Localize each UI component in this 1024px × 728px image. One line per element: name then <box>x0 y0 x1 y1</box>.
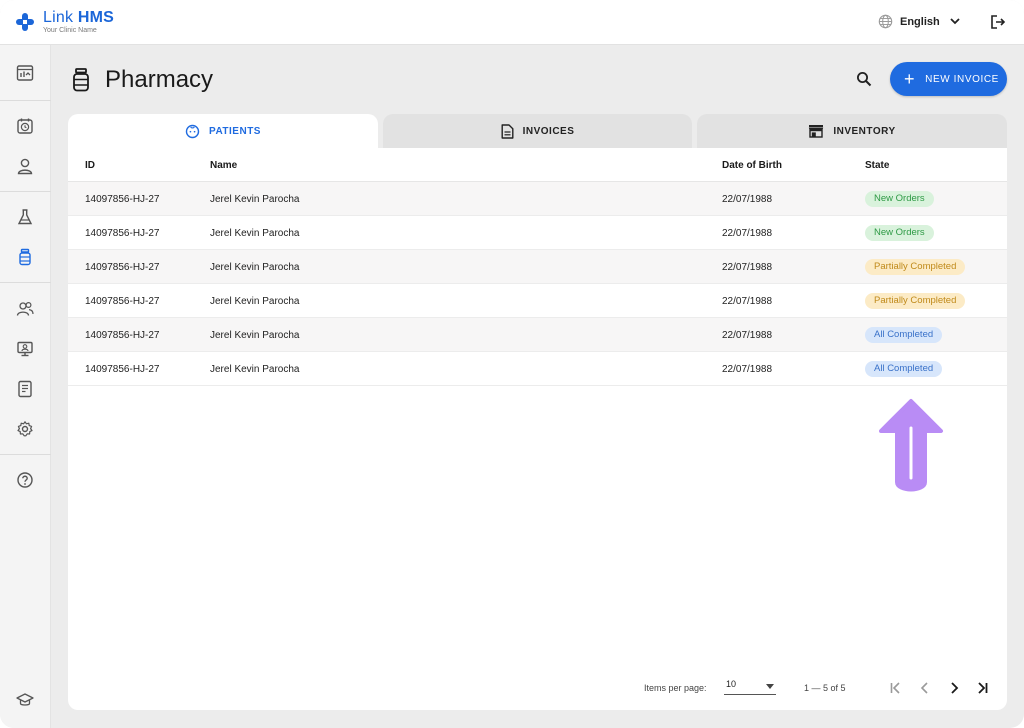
baby-face-icon <box>185 124 200 138</box>
column-header-state[interactable]: State <box>865 160 889 171</box>
tab-patients-label: PATIENTS <box>209 125 261 137</box>
column-header-name[interactable]: Name <box>210 160 237 171</box>
people-icon <box>16 301 34 316</box>
logo-title-bold: HMS <box>77 9 114 26</box>
sidebar-item-monitor[interactable] <box>15 339 35 359</box>
status-badge: All Completed <box>865 361 943 377</box>
language-selector[interactable]: English <box>878 14 960 29</box>
sidebar-item-settings[interactable] <box>15 419 35 439</box>
tab-invoices-label: INVOICES <box>522 125 575 137</box>
search-button[interactable] <box>855 70 875 90</box>
status-badge: Partially Completed <box>865 293 966 309</box>
logo-cross-icon <box>16 13 34 31</box>
cell-id: 14097856-HJ-27 <box>85 330 160 341</box>
new-invoice-button[interactable]: + NEW INVOICE <box>890 62 1007 96</box>
cell-id: 14097856-HJ-27 <box>85 194 160 205</box>
sidebar-item-patients[interactable] <box>15 156 35 176</box>
report-icon <box>18 380 32 398</box>
sidebar <box>0 45 51 728</box>
last-page-button[interactable] <box>974 680 990 696</box>
help-icon <box>17 472 33 488</box>
cell-id: 14097856-HJ-27 <box>85 228 160 239</box>
cell-name: Jerel Kevin Parocha <box>210 262 300 273</box>
page-title: Pharmacy <box>105 66 214 93</box>
status-badge: New Orders <box>865 225 934 241</box>
sidebar-divider <box>0 454 51 455</box>
tab-invoices[interactable]: INVOICES <box>383 114 692 148</box>
status-badge: Partially Completed <box>865 259 966 275</box>
cell-dob: 22/07/1988 <box>722 194 773 205</box>
store-icon <box>809 125 824 138</box>
first-page-icon <box>890 682 900 694</box>
cell-dob: 22/07/1988 <box>722 330 773 341</box>
pharmacy-title-icon <box>73 68 89 92</box>
items-per-page-select[interactable]: 10 <box>724 679 776 695</box>
app-frame: Link HMS Your Clinic Name English Pharma… <box>0 0 1024 728</box>
first-page-button[interactable] <box>888 680 904 696</box>
sidebar-item-dashboard[interactable] <box>15 63 35 83</box>
logout-icon <box>991 15 1006 29</box>
cell-dob: 22/07/1988 <box>722 364 773 375</box>
last-page-icon <box>978 682 988 694</box>
cell-id: 14097856-HJ-27 <box>85 262 160 273</box>
cell-id: 14097856-HJ-27 <box>85 364 160 375</box>
column-header-id[interactable]: ID <box>85 160 95 171</box>
status-badge: New Orders <box>865 191 934 207</box>
caret-down-icon <box>766 684 774 689</box>
pagination-range: 1 — 5 of 5 <box>804 683 846 693</box>
next-page-button[interactable] <box>946 680 962 696</box>
arrow-up-icon <box>879 399 943 492</box>
dashboard-icon <box>16 65 34 81</box>
cell-name: Jerel Kevin Parocha <box>210 228 300 239</box>
column-header-dob[interactable]: Date of Birth <box>722 160 782 171</box>
sidebar-item-staff[interactable] <box>15 299 35 319</box>
globe-icon <box>878 14 893 29</box>
cell-dob: 22/07/1988 <box>722 296 773 307</box>
chevron-down-icon <box>950 18 960 25</box>
person-icon <box>17 158 33 175</box>
cell-name: Jerel Kevin Parocha <box>210 364 300 375</box>
document-icon <box>501 123 514 139</box>
logo-subtitle: Your Clinic Name <box>43 27 97 34</box>
sidebar-divider <box>0 100 51 101</box>
sidebar-divider <box>0 191 51 192</box>
monitor-icon <box>17 341 33 357</box>
tab-patients[interactable]: PATIENTS <box>68 114 378 148</box>
status-badge: All Completed <box>865 327 943 343</box>
sidebar-item-reports[interactable] <box>15 379 35 399</box>
sidebar-item-laboratory[interactable] <box>15 207 35 227</box>
sidebar-item-training[interactable] <box>15 690 35 710</box>
sidebar-item-appointments[interactable] <box>15 116 35 136</box>
chevron-left-icon <box>920 682 928 694</box>
language-label: English <box>900 15 940 28</box>
graduation-cap-icon <box>16 693 34 706</box>
sidebar-divider <box>0 282 51 283</box>
top-bar: Link HMS Your Clinic Name English <box>0 0 1024 45</box>
app-logo[interactable]: Link HMS Your Clinic Name <box>16 10 114 34</box>
medicine-bottle-icon <box>19 248 31 266</box>
chevron-right-icon <box>951 682 959 694</box>
logo-title-light: Link <box>43 9 74 26</box>
items-per-page-label: Items per page: <box>644 683 707 693</box>
cell-name: Jerel Kevin Parocha <box>210 194 300 205</box>
flask-icon <box>17 209 33 225</box>
plus-icon: + <box>904 69 916 89</box>
search-icon <box>857 72 872 87</box>
items-per-page-value: 10 <box>726 679 737 689</box>
cell-id: 14097856-HJ-27 <box>85 296 160 307</box>
cell-dob: 22/07/1988 <box>722 262 773 273</box>
previous-page-button[interactable] <box>917 680 933 696</box>
cell-name: Jerel Kevin Parocha <box>210 330 300 341</box>
new-invoice-label: NEW INVOICE <box>925 73 999 85</box>
logout-button[interactable] <box>990 14 1006 35</box>
gear-icon <box>17 421 33 437</box>
tab-inventory[interactable]: INVENTORY <box>697 114 1007 148</box>
cell-name: Jerel Kevin Parocha <box>210 296 300 307</box>
sidebar-item-pharmacy[interactable] <box>15 247 35 267</box>
calendar-clock-icon <box>17 118 33 134</box>
tab-inventory-label: INVENTORY <box>833 125 896 137</box>
cell-dob: 22/07/1988 <box>722 228 773 239</box>
sidebar-item-help[interactable] <box>15 470 35 490</box>
